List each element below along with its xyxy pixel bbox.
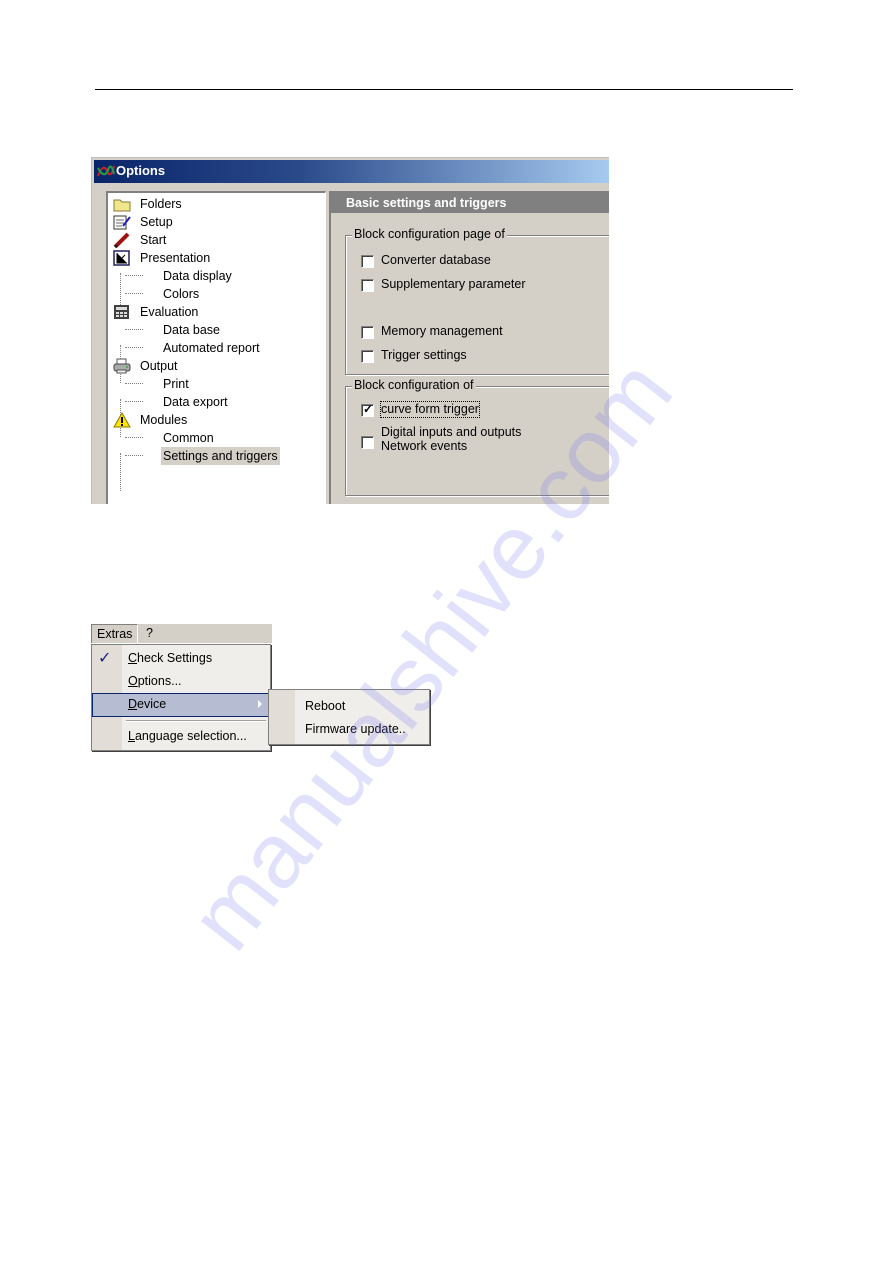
tree-item-label: Automated report	[163, 341, 260, 355]
calculator-icon	[114, 305, 129, 319]
submenu-arrow-icon	[258, 700, 262, 708]
menu-item-reboot[interactable]: Reboot	[269, 695, 429, 717]
tree-item-label: Print	[163, 377, 189, 391]
menu-help[interactable]: ?	[141, 624, 158, 642]
menu-item-label: heck Settings	[137, 651, 213, 665]
menu-separator	[126, 720, 266, 722]
checkbox-label-line2: Network events	[381, 439, 468, 453]
tree-item-label: Folders	[140, 197, 182, 211]
check-mark-icon: ✓	[363, 402, 374, 416]
block-config-group: Block configuration of ✓ curve form trig…	[345, 378, 609, 496]
tree-item-label: Output	[140, 359, 178, 373]
menu-extras[interactable]: Extras	[91, 624, 139, 643]
menu-item-options[interactable]: Options...	[92, 670, 269, 692]
options-dialog: Options Folders Setup Start Presentation…	[91, 157, 609, 504]
menu-item-label: evice	[137, 697, 167, 711]
check-mark-icon: ✓	[98, 650, 112, 667]
tree-item-label: Colors	[163, 287, 200, 301]
folder-icon	[113, 199, 131, 212]
checkbox-label: Memory management	[381, 324, 503, 338]
checkbox-box[interactable]	[361, 350, 374, 363]
tree-item-label: Evaluation	[140, 305, 199, 319]
tree-item-label: Presentation	[140, 251, 211, 265]
menu-item-check-settings[interactable]: ✓ Check Settings	[92, 647, 269, 669]
device-submenu: Reboot Firmware update..	[268, 689, 430, 745]
notepad-pen-icon	[113, 215, 131, 230]
tree-item-label: Start	[140, 233, 167, 247]
tree-item-label: Data display	[163, 269, 232, 283]
menu-item-label: anguage selection...	[134, 729, 247, 743]
mnemonic: D	[128, 697, 138, 711]
options-tree[interactable]: Folders Setup Start Presentation Data di…	[106, 191, 326, 504]
checkbox-box[interactable]	[361, 326, 374, 339]
app-logo-icon	[97, 165, 115, 177]
checkbox-label-line1: Digital inputs and outputs	[381, 425, 522, 439]
settings-panel: Basic settings and triggers Block config…	[329, 191, 609, 504]
menu-bar: Extras ?	[91, 624, 272, 644]
tree-item-label: Common	[163, 431, 214, 445]
chart-axes-icon	[113, 250, 130, 266]
group-legend: Block configuration page of	[352, 227, 507, 241]
checkbox-box[interactable]	[361, 255, 374, 268]
pen-icon	[113, 232, 130, 248]
warning-icon	[113, 412, 131, 428]
group-legend: Block configuration of	[352, 378, 476, 392]
checkbox-label: Supplementary parameter	[381, 277, 526, 291]
page-header-rule	[95, 89, 793, 90]
menu-item-label: Firmware update..	[305, 722, 406, 736]
mnemonic: L	[128, 729, 135, 743]
checkbox-label: Trigger settings	[381, 348, 467, 362]
checkbox-label: curve form trigger	[380, 401, 480, 418]
menu-item-label: ptions...	[137, 674, 182, 688]
checkbox-label: Converter database	[381, 253, 491, 267]
tree-item-label: Data export	[163, 395, 228, 409]
mnemonic: C	[128, 651, 138, 665]
printer-icon	[113, 358, 131, 374]
block-config-page-group: Block configuration page of Converter da…	[345, 227, 609, 375]
title-bar[interactable]: Options	[94, 160, 609, 183]
menu-item-firmware-update[interactable]: Firmware update..	[269, 718, 429, 740]
panel-header: Basic settings and triggers	[331, 193, 609, 213]
checkbox-box[interactable]	[361, 279, 374, 292]
tree-item-label: Settings and triggers	[161, 447, 280, 465]
checkbox-box[interactable]: ✓	[361, 402, 374, 417]
menu-item-device[interactable]: Device	[92, 693, 269, 717]
menu-item-language-selection[interactable]: Language selection...	[92, 725, 269, 747]
tree-item-label: Setup	[140, 215, 173, 229]
menu-item-label: Reboot	[305, 699, 346, 713]
tree-item-label: Modules	[140, 413, 188, 427]
panel-title: Basic settings and triggers	[346, 196, 507, 210]
extras-menu: ✓ Check Settings Options... Device Langu…	[91, 644, 271, 751]
mnemonic: O	[128, 674, 138, 688]
tree-item-label: Data base	[163, 323, 220, 337]
tree-connector	[120, 453, 121, 491]
dialog-title: Options	[116, 163, 166, 178]
checkbox-box[interactable]	[361, 436, 374, 449]
